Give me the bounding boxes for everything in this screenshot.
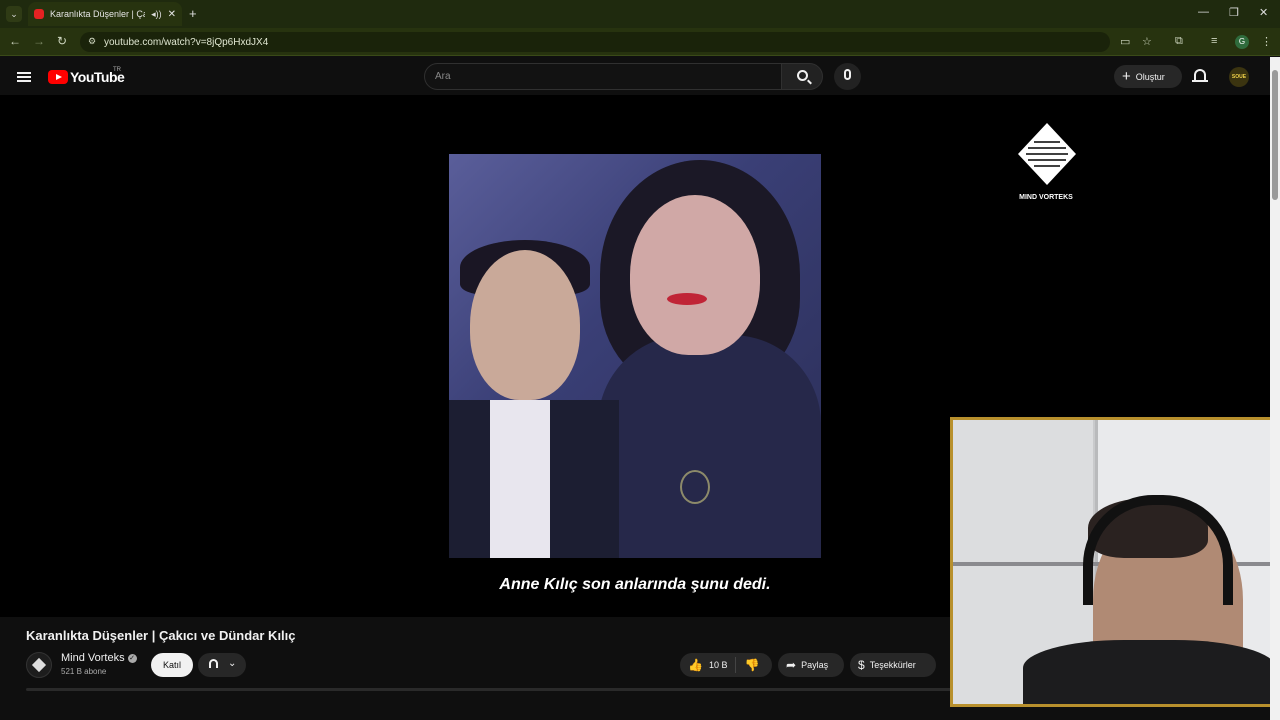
minimize-button[interactable]: — xyxy=(1198,6,1209,18)
tab-search-button[interactable]: ⌄ xyxy=(6,6,22,22)
dislike-icon[interactable]: 👎 xyxy=(744,658,759,672)
tab-title: Karanlıkta Düşenler | Çakıcı xyxy=(50,9,145,19)
search-input[interactable]: Ara xyxy=(424,63,782,90)
url-text: youtube.com/watch?v=8jQp6HxdJX4 xyxy=(104,36,269,48)
share-label: Paylaş xyxy=(801,660,829,670)
close-window-button[interactable]: ✕ xyxy=(1259,6,1268,19)
browser-tab-bar: ⌄ Karanlıkta Düşenler | Çakıcı ◂)) ✕ + —… xyxy=(0,0,1280,28)
webcam-person-shirt xyxy=(1023,640,1270,704)
reload-icon[interactable]: ↻ xyxy=(57,34,67,48)
video-title: Karanlıkta Düşenler | Çakıcı ve Dündar K… xyxy=(26,628,296,643)
address-bar[interactable]: ⚙ youtube.com/watch?v=8jQp6HxdJX4 xyxy=(80,32,1110,52)
create-label: Oluştur xyxy=(1135,71,1165,82)
browser-tab-active[interactable]: Karanlıkta Düşenler | Çakıcı ◂)) ✕ xyxy=(28,2,182,26)
channel-watermark-text: MIND VORTEKS xyxy=(1019,194,1073,201)
photo-woman-face xyxy=(630,195,760,355)
verified-check-icon: ✓ xyxy=(127,653,137,663)
new-tab-button[interactable]: + xyxy=(189,6,197,21)
channel-name[interactable]: Mind Vorteks ✓ xyxy=(61,652,137,664)
cast-icon[interactable]: ▭ xyxy=(1120,35,1130,48)
search-button[interactable] xyxy=(781,63,823,90)
notifications-bell-icon[interactable] xyxy=(1192,69,1208,82)
microphone-icon xyxy=(844,69,851,80)
like-dislike-group: 👍 10 B 👎 xyxy=(680,653,772,677)
restore-button[interactable]: ❐ xyxy=(1229,6,1239,19)
youtube-logo-icon[interactable] xyxy=(48,70,68,84)
forward-icon[interactable]: → xyxy=(33,34,45,48)
account-avatar[interactable]: SOUE xyxy=(1229,67,1249,87)
channel-watermark-logo-icon xyxy=(1018,123,1076,185)
like-count[interactable]: 10 B xyxy=(709,660,728,670)
photo-woman-lips xyxy=(667,293,707,305)
thanks-label: Teşekkürler xyxy=(869,660,916,670)
site-info-icon[interactable]: ⚙ xyxy=(88,36,96,47)
country-code: TR xyxy=(113,67,121,73)
hamburger-menu-icon[interactable] xyxy=(17,72,31,82)
bookmark-star-icon[interactable]: ☆ xyxy=(1142,35,1152,48)
photo-boy-face xyxy=(470,250,580,400)
tab-close-button[interactable]: ✕ xyxy=(168,9,176,20)
youtube-favicon-icon xyxy=(34,9,44,19)
like-divider xyxy=(735,657,737,673)
speaker-icon[interactable]: ◂)) xyxy=(151,9,162,20)
profile-avatar[interactable]: G xyxy=(1235,35,1249,49)
page-loading-bar xyxy=(26,688,956,691)
search-icon xyxy=(797,70,808,81)
share-button[interactable]: ➦ Paylaş xyxy=(778,653,844,677)
photo-woman-body xyxy=(598,335,821,558)
media-control-icon[interactable]: ≡ xyxy=(1211,35,1217,47)
chevron-down-icon: ⌄ xyxy=(228,658,237,669)
photo-boy-shirt xyxy=(490,400,550,558)
extensions-icon[interactable]: ⧉ xyxy=(1175,35,1183,48)
back-icon[interactable]: ← xyxy=(9,34,21,48)
channel-name-text: Mind Vorteks xyxy=(61,652,125,664)
thanks-button[interactable]: $ Teşekkürler xyxy=(850,653,936,677)
photo-brooch xyxy=(680,470,710,504)
bell-icon xyxy=(209,659,218,668)
like-icon[interactable]: 👍 xyxy=(688,658,703,672)
video-subtitle: Anne Kılıç son anlarında şunu dedi. xyxy=(499,576,771,593)
share-icon: ➦ xyxy=(786,658,797,672)
subscriber-count: 521 B abone xyxy=(61,667,107,676)
webcam-overlay xyxy=(950,417,1273,707)
thanks-icon: $ xyxy=(858,658,865,672)
subscription-notification-button[interactable]: ⌄ xyxy=(198,653,246,677)
create-button[interactable]: + Oluştur xyxy=(1114,65,1182,88)
join-button[interactable]: Katıl xyxy=(151,653,193,677)
channel-avatar[interactable] xyxy=(26,652,52,678)
scrollbar-thumb[interactable] xyxy=(1272,70,1278,200)
plus-icon: + xyxy=(1122,68,1131,85)
browser-menu-icon[interactable]: ⋮ xyxy=(1261,35,1272,48)
voice-search-button[interactable] xyxy=(834,63,861,90)
